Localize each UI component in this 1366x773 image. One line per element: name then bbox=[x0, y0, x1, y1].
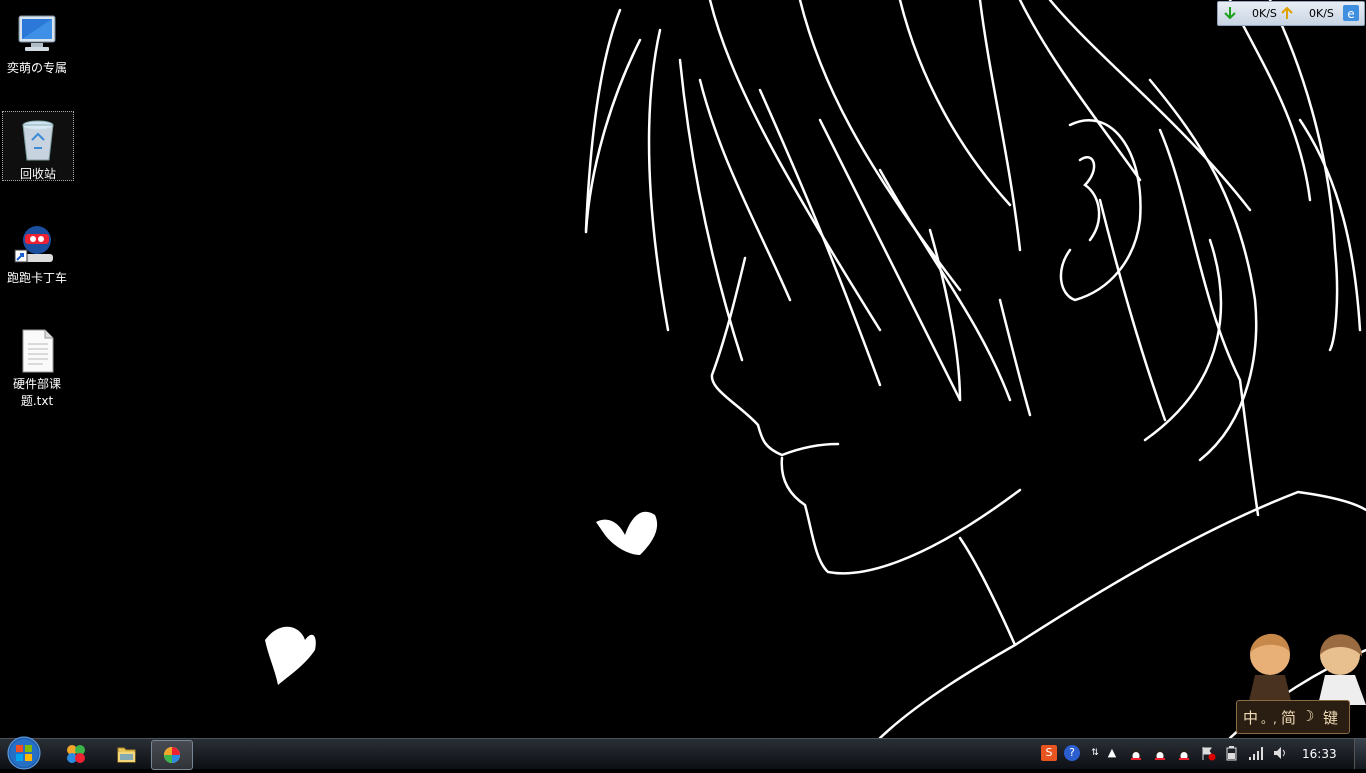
volume-icon[interactable] bbox=[1272, 745, 1288, 761]
app-launcher-icon bbox=[67, 745, 85, 763]
desktop-icon-computer[interactable]: 奕萌の专属 bbox=[2, 6, 72, 77]
start-button[interactable] bbox=[4, 735, 44, 771]
ime-softkey-button[interactable]: 键 bbox=[1323, 707, 1338, 728]
svg-text:e: e bbox=[1347, 7, 1354, 21]
battery-icon[interactable] bbox=[1224, 745, 1240, 761]
network-signal-icon[interactable] bbox=[1248, 745, 1264, 761]
taskbar-active-app[interactable] bbox=[151, 740, 193, 770]
download-speed: 0K/S bbox=[1252, 7, 1277, 20]
media-app-icon bbox=[164, 747, 180, 763]
action-center-flag-icon[interactable] bbox=[1200, 745, 1216, 761]
ie-icon[interactable]: e bbox=[1343, 5, 1359, 21]
desktop-icon-label: 回收站 bbox=[19, 167, 56, 181]
ime-width-toggle[interactable]: ☽ bbox=[1301, 707, 1314, 725]
taskbar-explorer-button[interactable] bbox=[106, 740, 146, 768]
desktop-icon-label: 跑跑卡丁车 bbox=[6, 271, 67, 285]
ime-punct-toggle[interactable]: 。, bbox=[1261, 710, 1277, 727]
desktop-icon-label: 硬件部课题.txt bbox=[12, 377, 61, 408]
show-desktop-button[interactable] bbox=[1354, 739, 1366, 769]
desktop-icon-text-file[interactable]: 硬件部课题.txt bbox=[2, 322, 72, 410]
taskbar-app-pinned-1[interactable] bbox=[56, 740, 96, 768]
computer-icon bbox=[18, 15, 56, 51]
show-hidden-icons-icon[interactable]: ▲ bbox=[1104, 745, 1120, 761]
qq-penguin-icon[interactable] bbox=[1176, 745, 1192, 761]
ime-options-icon[interactable]: ⇅ bbox=[1087, 745, 1103, 761]
ime-toolbar[interactable]: 中 。, 简 ☽ 键 bbox=[1236, 700, 1350, 734]
help-icon[interactable]: ? bbox=[1064, 745, 1080, 761]
upload-speed: 0K/S bbox=[1309, 7, 1334, 20]
recycle-bin-icon bbox=[22, 120, 54, 161]
upload-arrow-icon bbox=[1281, 7, 1293, 19]
taskbar-clock[interactable]: 16:33 bbox=[1302, 747, 1337, 761]
ime-mode-toggle[interactable]: 中 bbox=[1243, 707, 1258, 728]
desktop-icon-kartrider[interactable]: 跑跑卡丁车 bbox=[2, 216, 72, 287]
download-arrow-icon bbox=[1224, 7, 1236, 20]
qq-penguin-icon[interactable] bbox=[1152, 745, 1168, 761]
desktop-wallpaper bbox=[0, 0, 1366, 738]
ime-skin-characters bbox=[1248, 633, 1366, 705]
folder-icon bbox=[117, 747, 136, 763]
desktop-icon-label: 奕萌の专属 bbox=[6, 61, 67, 75]
sogou-ime-icon[interactable]: S bbox=[1041, 745, 1057, 761]
text-file-icon bbox=[22, 329, 54, 373]
qq-penguin-icon[interactable] bbox=[1128, 745, 1144, 761]
kartrider-game-icon bbox=[14, 226, 53, 263]
desktop-icon-recycle-bin[interactable]: 回收站 bbox=[2, 111, 74, 181]
ime-charset-toggle[interactable]: 简 bbox=[1281, 707, 1296, 728]
network-speed-widget[interactable]: 0K/S 0K/S e bbox=[1217, 1, 1365, 26]
taskbar: S ? ⇅ ▲ 16:33 bbox=[0, 735, 1366, 771]
